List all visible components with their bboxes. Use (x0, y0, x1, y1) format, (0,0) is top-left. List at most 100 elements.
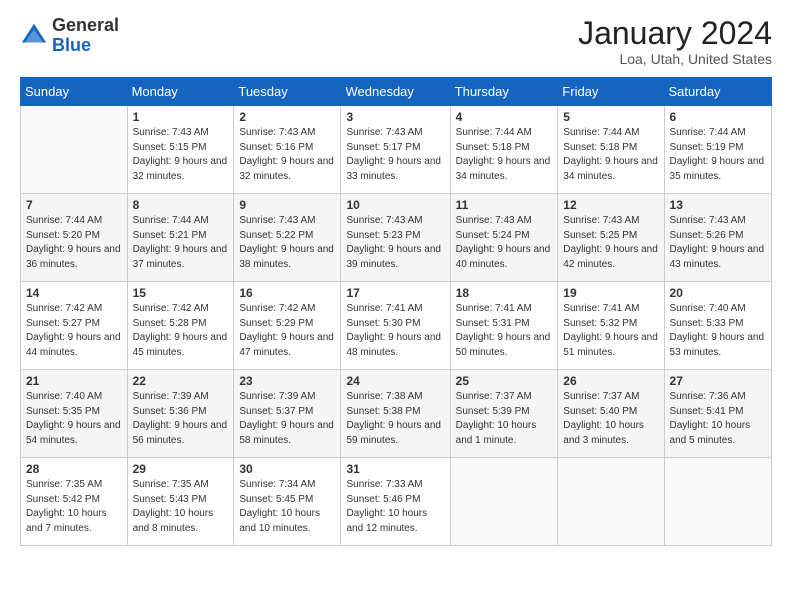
calendar-cell: 27 Sunrise: 7:36 AMSunset: 5:41 PMDayligh… (664, 370, 771, 458)
day-number: 7 (26, 198, 122, 212)
day-header-thursday: Thursday (450, 78, 558, 106)
logo-icon (20, 22, 48, 50)
calendar-body: 1 Sunrise: 7:43 AMSunset: 5:15 PMDaylight… (21, 106, 772, 546)
day-info: Sunrise: 7:33 AMSunset: 5:46 PMDaylight:… (346, 478, 444, 536)
day-info: Sunrise: 7:39 AMSunset: 5:36 PMDaylight:… (133, 390, 229, 448)
calendar-cell: 10 Sunrise: 7:43 AMSunset: 5:23 PMDayligh… (341, 194, 450, 282)
day-number: 22 (133, 374, 229, 388)
day-info: Sunrise: 7:43 AMSunset: 5:16 PMDaylight:… (239, 126, 335, 184)
day-number: 10 (346, 198, 444, 212)
week-row-5: 28Sunrise: 7:35 AMSunset: 5:42 PMDayligh… (21, 458, 772, 546)
day-info: Sunrise: 7:43 AMSunset: 5:23 PMDaylight:… (346, 214, 444, 272)
days-of-week-row: SundayMondayTuesdayWednesdayThursdayFrid… (21, 78, 772, 106)
day-number: 1 (133, 110, 229, 124)
calendar-cell: 22 Sunrise: 7:39 AMSunset: 5:36 PMDayligh… (127, 370, 234, 458)
calendar-cell: 17Sunrise: 7:41 AMSunset: 5:30 PMDayligh… (341, 282, 450, 370)
calendar-cell: 19 Sunrise: 7:41 AMSunset: 5:32 PMDayligh… (558, 282, 664, 370)
day-number: 26 (563, 374, 658, 388)
calendar-cell: 7 Sunrise: 7:44 AMSunset: 5:20 PMDaylight… (21, 194, 128, 282)
day-number: 18 (456, 286, 553, 300)
calendar-cell: 29Sunrise: 7:35 AMSunset: 5:43 PMDayligh… (127, 458, 234, 546)
day-number: 3 (346, 110, 444, 124)
day-number: 9 (239, 198, 335, 212)
week-row-3: 14 Sunrise: 7:42 AMSunset: 5:27 PMDayligh… (21, 282, 772, 370)
day-number: 23 (239, 374, 335, 388)
calendar-cell: 18 Sunrise: 7:41 AMSunset: 5:31 PMDayligh… (450, 282, 558, 370)
day-info: Sunrise: 7:38 AMSunset: 5:38 PMDaylight:… (346, 390, 444, 448)
day-info: Sunrise: 7:44 AMSunset: 5:18 PMDaylight:… (563, 126, 658, 184)
day-info: Sunrise: 7:43 AMSunset: 5:15 PMDaylight:… (133, 126, 229, 184)
day-info: Sunrise: 7:37 AMSunset: 5:39 PMDaylight:… (456, 390, 553, 448)
calendar-cell: 30Sunrise: 7:34 AMSunset: 5:45 PMDayligh… (234, 458, 341, 546)
day-info: Sunrise: 7:43 AMSunset: 5:22 PMDaylight:… (239, 214, 335, 272)
day-number: 2 (239, 110, 335, 124)
day-info: Sunrise: 7:42 AMSunset: 5:27 PMDaylight:… (26, 302, 122, 360)
calendar-cell: 11Sunrise: 7:43 AMSunset: 5:24 PMDayligh… (450, 194, 558, 282)
calendar-cell: 5Sunrise: 7:44 AMSunset: 5:18 PMDaylight… (558, 106, 664, 194)
calendar-cell: 1 Sunrise: 7:43 AMSunset: 5:15 PMDaylight… (127, 106, 234, 194)
calendar-cell: 26Sunrise: 7:37 AMSunset: 5:40 PMDayligh… (558, 370, 664, 458)
day-header-monday: Monday (127, 78, 234, 106)
calendar-cell (450, 458, 558, 546)
day-info: Sunrise: 7:40 AMSunset: 5:35 PMDaylight:… (26, 390, 122, 448)
title-block: January 2024 Loa, Utah, United States (578, 16, 772, 67)
day-info: Sunrise: 7:41 AMSunset: 5:30 PMDaylight:… (346, 302, 444, 360)
day-number: 6 (670, 110, 766, 124)
day-number: 16 (239, 286, 335, 300)
day-number: 21 (26, 374, 122, 388)
day-info: Sunrise: 7:35 AMSunset: 5:42 PMDaylight:… (26, 478, 122, 536)
day-header-sunday: Sunday (21, 78, 128, 106)
day-info: Sunrise: 7:44 AMSunset: 5:20 PMDaylight:… (26, 214, 122, 272)
day-info: Sunrise: 7:39 AMSunset: 5:37 PMDaylight:… (239, 390, 335, 448)
calendar-cell: 24 Sunrise: 7:38 AMSunset: 5:38 PMDayligh… (341, 370, 450, 458)
day-info: Sunrise: 7:43 AMSunset: 5:24 PMDaylight:… (456, 214, 553, 272)
day-info: Sunrise: 7:43 AMSunset: 5:26 PMDaylight:… (670, 214, 766, 272)
calendar-cell: 23 Sunrise: 7:39 AMSunset: 5:37 PMDayligh… (234, 370, 341, 458)
month-title: January 2024 (578, 16, 772, 51)
day-header-wednesday: Wednesday (341, 78, 450, 106)
day-number: 27 (670, 374, 766, 388)
week-row-2: 7 Sunrise: 7:44 AMSunset: 5:20 PMDaylight… (21, 194, 772, 282)
day-info: Sunrise: 7:44 AMSunset: 5:18 PMDaylight:… (456, 126, 553, 184)
week-row-1: 1 Sunrise: 7:43 AMSunset: 5:15 PMDaylight… (21, 106, 772, 194)
day-info: Sunrise: 7:36 AMSunset: 5:41 PMDaylight:… (670, 390, 766, 448)
day-info: Sunrise: 7:42 AMSunset: 5:29 PMDaylight:… (239, 302, 335, 360)
calendar-cell: 31Sunrise: 7:33 AMSunset: 5:46 PMDayligh… (341, 458, 450, 546)
day-info: Sunrise: 7:40 AMSunset: 5:33 PMDaylight:… (670, 302, 766, 360)
day-info: Sunrise: 7:41 AMSunset: 5:32 PMDaylight:… (563, 302, 658, 360)
day-number: 19 (563, 286, 658, 300)
calendar-cell: 21 Sunrise: 7:40 AMSunset: 5:35 PMDayligh… (21, 370, 128, 458)
logo-general-text: General (52, 15, 119, 35)
day-number: 24 (346, 374, 444, 388)
day-number: 13 (670, 198, 766, 212)
calendar-cell: 16 Sunrise: 7:42 AMSunset: 5:29 PMDayligh… (234, 282, 341, 370)
calendar-cell: 14 Sunrise: 7:42 AMSunset: 5:27 PMDayligh… (21, 282, 128, 370)
logo: General Blue (20, 16, 119, 56)
calendar-cell: 12Sunrise: 7:43 AMSunset: 5:25 PMDayligh… (558, 194, 664, 282)
day-info: Sunrise: 7:44 AMSunset: 5:19 PMDaylight:… (670, 126, 766, 184)
day-header-tuesday: Tuesday (234, 78, 341, 106)
day-number: 29 (133, 462, 229, 476)
calendar-cell: 6 Sunrise: 7:44 AMSunset: 5:19 PMDaylight… (664, 106, 771, 194)
day-number: 8 (133, 198, 229, 212)
calendar-cell (664, 458, 771, 546)
day-number: 30 (239, 462, 335, 476)
calendar-cell (21, 106, 128, 194)
calendar-cell: 4 Sunrise: 7:44 AMSunset: 5:18 PMDaylight… (450, 106, 558, 194)
page: General Blue January 2024 Loa, Utah, Uni… (0, 0, 792, 556)
day-info: Sunrise: 7:43 AMSunset: 5:17 PMDaylight:… (346, 126, 444, 184)
calendar-cell: 28Sunrise: 7:35 AMSunset: 5:42 PMDayligh… (21, 458, 128, 546)
day-info: Sunrise: 7:41 AMSunset: 5:31 PMDaylight:… (456, 302, 553, 360)
day-number: 14 (26, 286, 122, 300)
calendar-cell (558, 458, 664, 546)
calendar-header: SundayMondayTuesdayWednesdayThursdayFrid… (21, 78, 772, 106)
day-info: Sunrise: 7:44 AMSunset: 5:21 PMDaylight:… (133, 214, 229, 272)
day-number: 4 (456, 110, 553, 124)
day-number: 12 (563, 198, 658, 212)
calendar-cell: 9 Sunrise: 7:43 AMSunset: 5:22 PMDaylight… (234, 194, 341, 282)
calendar-cell: 2 Sunrise: 7:43 AMSunset: 5:16 PMDaylight… (234, 106, 341, 194)
calendar-cell: 8 Sunrise: 7:44 AMSunset: 5:21 PMDaylight… (127, 194, 234, 282)
calendar-table: SundayMondayTuesdayWednesdayThursdayFrid… (20, 77, 772, 546)
day-header-friday: Friday (558, 78, 664, 106)
calendar-cell: 13 Sunrise: 7:43 AMSunset: 5:26 PMDayligh… (664, 194, 771, 282)
